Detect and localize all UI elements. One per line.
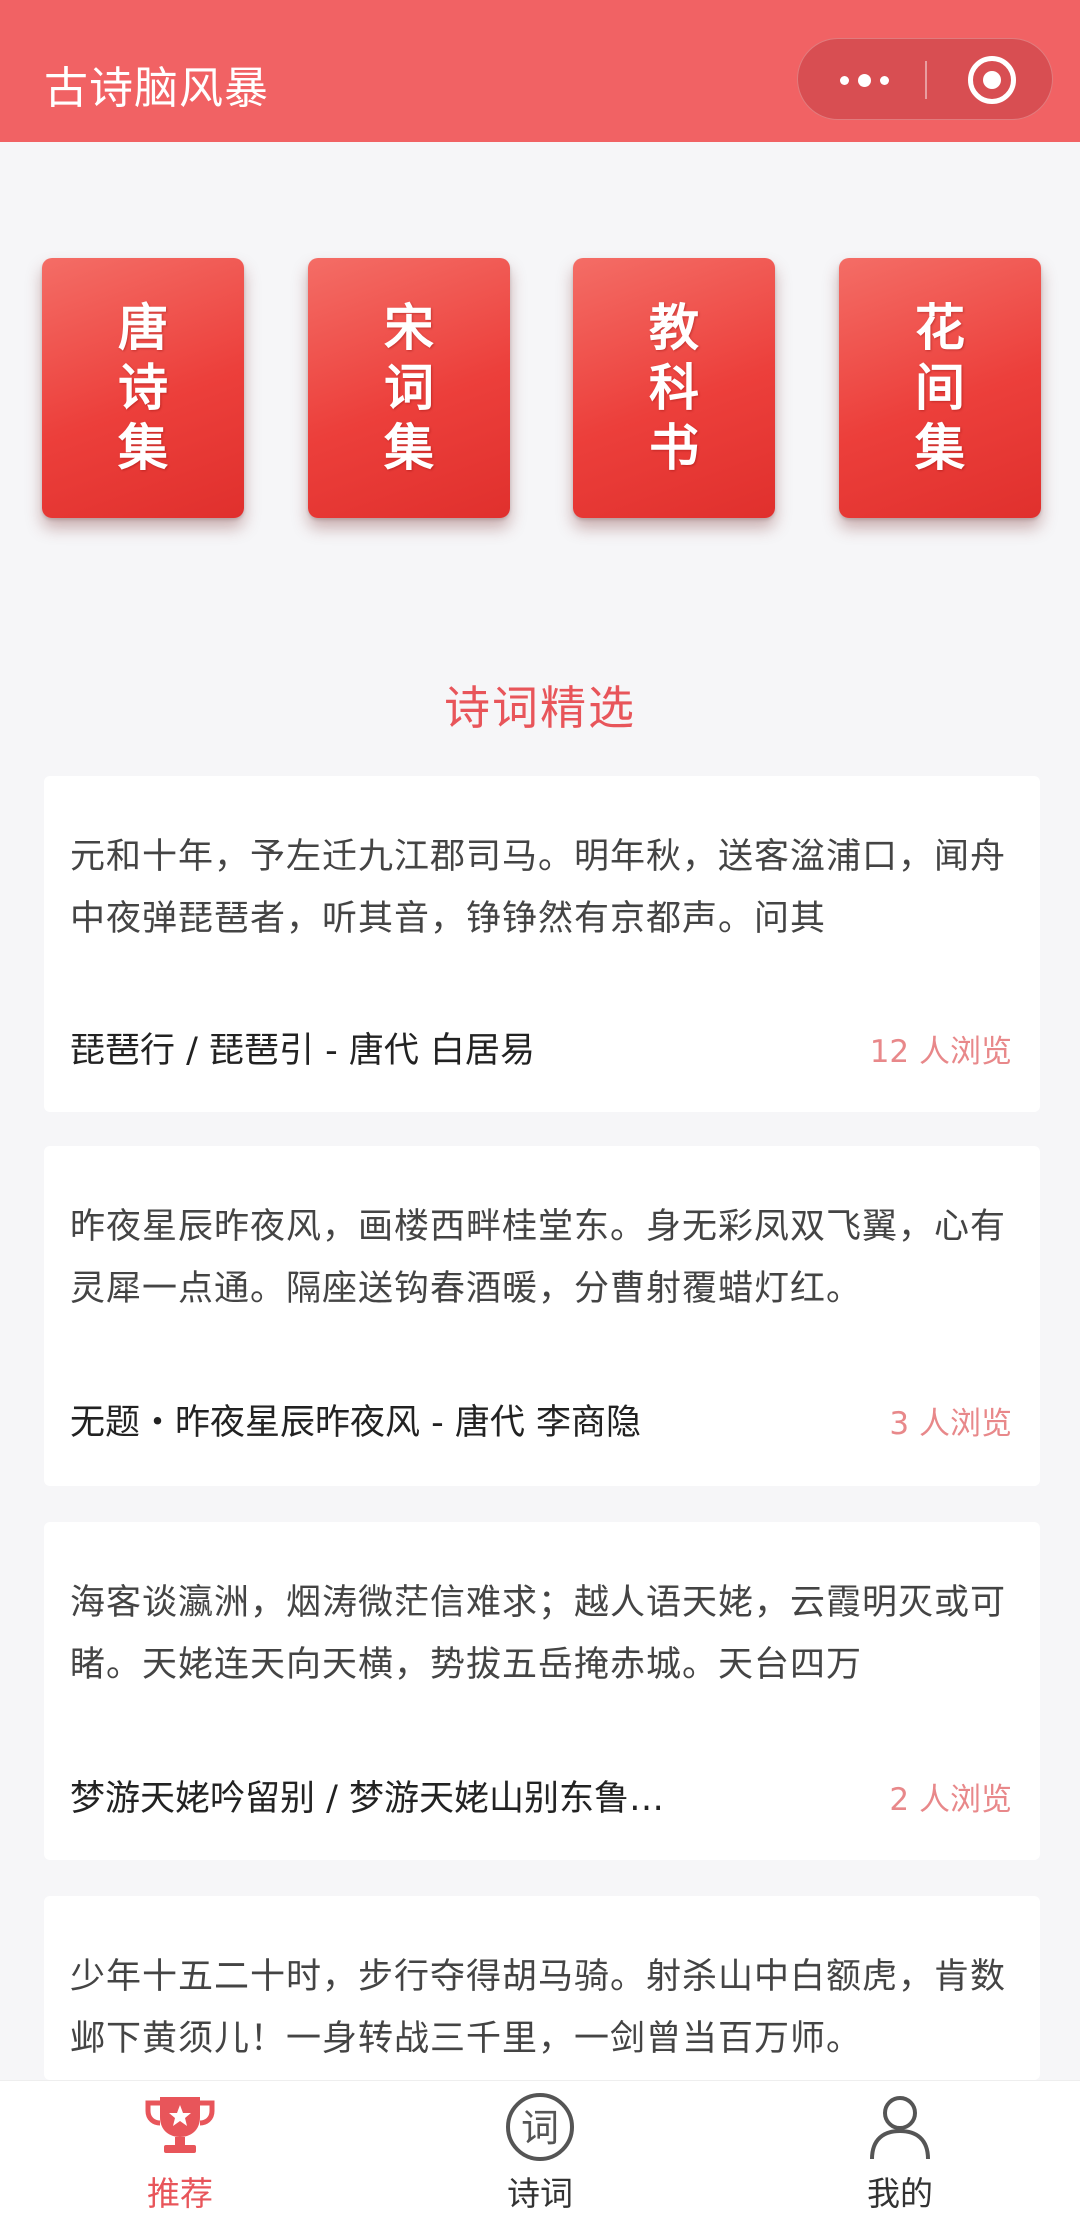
more-options-icon[interactable] [814,39,914,121]
trophy-icon [145,2097,215,2153]
poem-title: 琵琶行 / 琵琶引 - 唐代 白居易 [70,1031,536,1071]
miniprogram-capsule [797,38,1053,120]
ci-character-icon: 词 [506,2093,574,2161]
poem-card[interactable]: 昨夜星辰昨夜风，画楼西畔桂堂东。身无彩凤双飞翼，心有灵犀一点通。隔座送钩春酒暖，… [44,1146,1040,1486]
tab-bar: 推荐 词 诗词 我的 [0,2080,1080,2218]
category-textbook[interactable]: 教科书 [573,258,775,518]
category-label: 唐诗集 [118,298,168,477]
tab-label: 推荐 [147,2174,213,2213]
poem-excerpt: 昨夜星辰昨夜风，画楼西畔桂堂东。身无彩凤双飞翼，心有灵犀一点通。隔座送钩春酒暖，… [70,1207,1007,1309]
poem-excerpt: 元和十年，予左迁九江郡司马。明年秋，送客湓浦口，闻舟中夜弹琵琶者，听其音，铮铮然… [70,837,1007,939]
category-huajian[interactable]: 花间集 [839,258,1041,518]
poem-card[interactable]: 少年十五二十时，步行夺得胡马骑。射杀山中白额虎，肯数邺下黄须儿！一身转战三千里，… [44,1896,1040,2080]
poem-excerpt: 少年十五二十时，步行夺得胡马骑。射杀山中白额虎，肯数邺下黄须儿！一身转战三千里，… [70,1957,1007,2059]
user-icon [870,2096,930,2160]
poem-card[interactable]: 元和十年，予左迁九江郡司马。明年秋，送客湓浦口，闻舟中夜弹琵琶者，听其音，铮铮然… [44,776,1040,1112]
tab-label: 诗词 [507,2174,573,2213]
poem-title: 无题・昨夜星辰昨夜风 - 唐代 李商隐 [70,1403,642,1443]
poem-title: 梦游天姥吟留别 / 梦游天姥山别东鲁… [70,1779,665,1819]
tab-poems[interactable]: 词 诗词 [440,2081,640,2218]
capsule-divider [925,61,927,99]
section-title: 诗词精选 [444,681,636,735]
svg-text:词: 词 [521,2106,559,2150]
view-count: 3 人浏览 [889,1406,1012,1442]
poem-card[interactable]: 海客谈瀛洲，烟涛微茫信难求；越人语天姥，云霞明灭或可睹。天姥连天向天横，势拔五岳… [44,1522,1040,1860]
tab-mine[interactable]: 我的 [800,2081,1000,2218]
tab-recommend[interactable]: 推荐 [80,2081,280,2218]
app-title: 古诗脑风暴 [44,63,269,114]
navigation-bar: 古诗脑风暴 [0,0,1080,142]
tab-label: 我的 [867,2174,933,2213]
category-label: 教科书 [649,298,699,477]
poem-excerpt: 海客谈瀛洲，烟涛微茫信难求；越人语天姥，云霞明灭或可睹。天姥连天向天横，势拔五岳… [70,1583,1007,1685]
category-label: 宋词集 [384,298,434,477]
view-count: 2 人浏览 [889,1782,1012,1818]
category-song-ci[interactable]: 宋词集 [308,258,510,518]
category-label: 花间集 [915,298,965,477]
category-tang-poems[interactable]: 唐诗集 [42,258,244,518]
close-miniprogram-icon[interactable] [968,56,1016,104]
view-count: 12 人浏览 [869,1034,1012,1070]
